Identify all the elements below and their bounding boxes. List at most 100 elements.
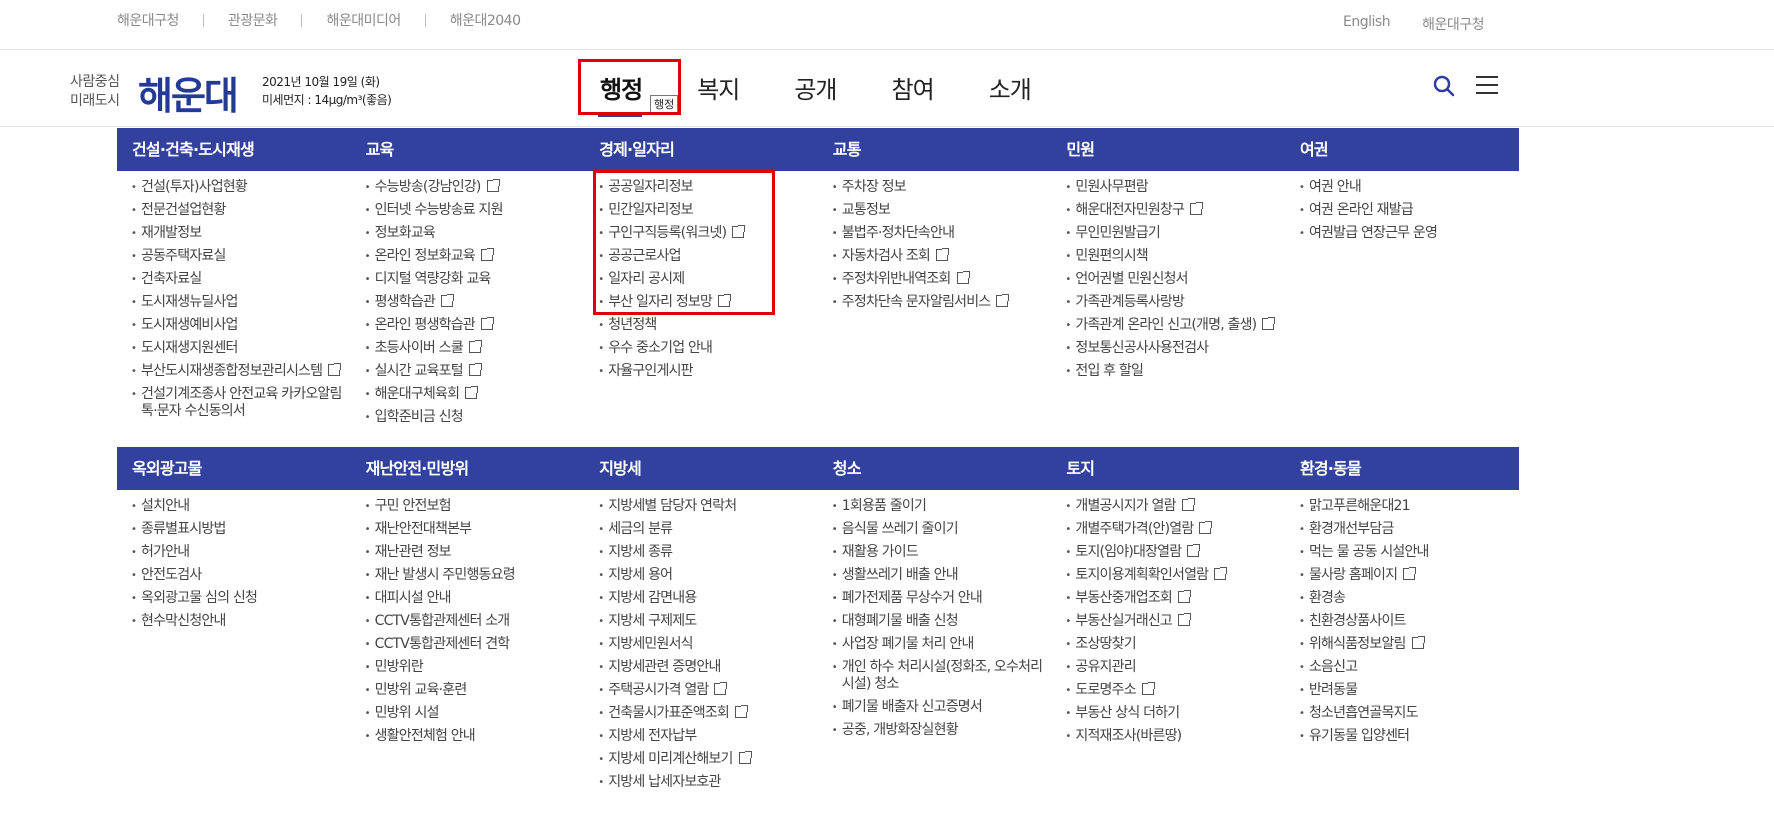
menu-item[interactable]: 자율구인게시판 (598, 363, 818, 380)
office-link[interactable]: 해운대구청 (1422, 14, 1484, 34)
menu-item[interactable]: 전입 후 할일 (1065, 363, 1285, 380)
menu-item[interactable]: 지방세 전자납부 (598, 728, 818, 745)
menu-item[interactable]: 개별주택가격(안)열람 (1065, 521, 1285, 538)
top-link-haeundae-office[interactable]: 해운대구청 (117, 10, 179, 30)
menu-item[interactable]: 음식물 쓰레기 줄이기 (832, 521, 1052, 538)
menu-item[interactable]: 지방세 감면내용 (598, 590, 818, 607)
category-title[interactable]: 옥외광고물 (117, 447, 351, 490)
english-link[interactable]: English (1343, 14, 1391, 34)
menu-item[interactable]: 친환경상품사이트 (1299, 613, 1519, 630)
haeundae-logo[interactable]: 해운대 (138, 65, 239, 120)
menu-item[interactable]: 실시간 교육포털 (365, 363, 585, 380)
menu-item[interactable]: 무인민원발급기 (1065, 225, 1285, 242)
menu-item[interactable]: 여권 온라인 재발급 (1299, 202, 1519, 219)
menu-item[interactable]: 공유지관리 (1065, 659, 1285, 676)
menu-item[interactable]: 불법주·정차단속안내 (832, 225, 1052, 242)
menu-item[interactable]: 민원사무편람 (1065, 179, 1285, 196)
menu-item[interactable]: 지방세 납세자보호관 (598, 774, 818, 791)
category-title[interactable]: 교통 (818, 128, 1052, 171)
menu-item[interactable]: 세금의 분류 (598, 521, 818, 538)
menu-item[interactable]: 건축자료실 (131, 271, 351, 288)
menu-item[interactable]: 유기동물 입양센터 (1299, 728, 1519, 745)
menu-item[interactable]: 민방위 시설 (365, 705, 585, 722)
menu-item[interactable]: 공중, 개방화장실현황 (832, 722, 1052, 739)
search-button[interactable] (1432, 74, 1456, 98)
menu-item[interactable]: 해운대전자민원창구 (1065, 202, 1285, 219)
menu-item[interactable]: 조상땅찾기 (1065, 636, 1285, 653)
menu-item[interactable]: 정보화교육 (365, 225, 585, 242)
menu-item[interactable]: 먹는 물 공동 시설안내 (1299, 544, 1519, 561)
category-title[interactable]: 청소 (818, 447, 1052, 490)
menu-item[interactable]: 민방위 교육·훈련 (365, 682, 585, 699)
menu-item[interactable]: 해운대구체육회 (365, 386, 585, 403)
category-title[interactable]: 토지 (1051, 447, 1285, 490)
menu-item[interactable]: 정보통신공사사용전검사 (1065, 340, 1285, 357)
top-link-media[interactable]: 해운대미디어 (326, 10, 401, 30)
menu-item[interactable]: 물사랑 홈페이지 (1299, 567, 1519, 584)
gnb-participation[interactable]: 참여 (892, 70, 935, 105)
category-title[interactable]: 건설·건축·도시재생 (117, 128, 351, 171)
menu-item[interactable]: 반려동물 (1299, 682, 1519, 699)
menu-item[interactable]: 개인 하수 처리시설(정화조, 오수처리시설) 청소 (832, 659, 1052, 693)
gnb-welfare[interactable]: 복지 (697, 70, 740, 105)
menu-item[interactable]: 건축물시가표준액조회 (598, 705, 818, 722)
menu-item[interactable]: 대피시설 안내 (365, 590, 585, 607)
menu-item[interactable]: 토지(임야)대장열람 (1065, 544, 1285, 561)
menu-item[interactable]: 소음신고 (1299, 659, 1519, 676)
menu-item[interactable]: 평생학습관 (365, 294, 585, 311)
menu-item[interactable]: 청년정책 (598, 317, 818, 334)
menu-item[interactable]: 주정차단속 문자알림서비스 (832, 294, 1052, 311)
menu-item[interactable]: 재난관련 정보 (365, 544, 585, 561)
menu-item[interactable]: 건설(투자)사업현황 (131, 179, 351, 196)
menu-item[interactable]: 구민 안전보험 (365, 498, 585, 515)
menu-item[interactable]: 안전도검사 (131, 567, 351, 584)
menu-item[interactable]: 환경송 (1299, 590, 1519, 607)
menu-item[interactable]: 민방위란 (365, 659, 585, 676)
menu-item[interactable]: 우수 중소기업 안내 (598, 340, 818, 357)
menu-item[interactable]: 도로명주소 (1065, 682, 1285, 699)
menu-item[interactable]: CCTV통합관제센터 견학 (365, 636, 585, 653)
menu-item[interactable]: 도시재생지원센터 (131, 340, 351, 357)
category-title[interactable]: 교육 (351, 128, 585, 171)
menu-item[interactable]: 재개발정보 (131, 225, 351, 242)
category-title[interactable]: 환경·동물 (1285, 447, 1519, 490)
menu-item[interactable]: 여권 안내 (1299, 179, 1519, 196)
menu-item[interactable]: 지방세 종류 (598, 544, 818, 561)
menu-item[interactable]: 자동차검사 조회 (832, 248, 1052, 265)
menu-item[interactable]: 건설기계조종사 안전교육 카카오알림톡·문자 수신동의서 (131, 386, 351, 420)
menu-item[interactable]: 주택공시가격 열람 (598, 682, 818, 699)
gnb-introduction[interactable]: 소개 (989, 70, 1032, 105)
menu-item[interactable]: 생활안전체험 안내 (365, 728, 585, 745)
menu-item[interactable]: 대형폐기물 배출 신청 (832, 613, 1052, 630)
menu-item[interactable]: 초등사이버 스쿨 (365, 340, 585, 357)
menu-item[interactable]: 지방세 미리계산해보기 (598, 751, 818, 768)
menu-item[interactable]: 부동산실거래신고 (1065, 613, 1285, 630)
menu-item[interactable]: 지방세관련 증명안내 (598, 659, 818, 676)
menu-item[interactable]: 재난안전대책본부 (365, 521, 585, 538)
category-title[interactable]: 지방세 (584, 447, 818, 490)
category-title[interactable]: 재난안전·민방위 (351, 447, 585, 490)
category-title[interactable]: 경제·일자리 (584, 128, 818, 171)
gnb-disclosure[interactable]: 공개 (794, 70, 837, 105)
menu-item[interactable]: 재활용 가이드 (832, 544, 1052, 561)
menu-item[interactable]: 디지털 역량강화 교육 (365, 271, 585, 288)
menu-item[interactable]: 지방세별 담당자 연락처 (598, 498, 818, 515)
menu-item[interactable]: 부동산중개업조회 (1065, 590, 1285, 607)
menu-item[interactable]: 가족관계등록사랑방 (1065, 294, 1285, 311)
menu-item[interactable]: 인터넷 수능방송료 지원 (365, 202, 585, 219)
menu-item[interactable]: 공동주택자료실 (131, 248, 351, 265)
menu-item[interactable]: 전문건설업현황 (131, 202, 351, 219)
menu-item[interactable]: 지방세민원서식 (598, 636, 818, 653)
menu-item[interactable]: 현수막신청안내 (131, 613, 351, 630)
menu-item[interactable]: 교통정보 (832, 202, 1052, 219)
menu-item[interactable]: 생활쓰레기 배출 안내 (832, 567, 1052, 584)
menu-item[interactable]: 여권발급 연장근무 운영 (1299, 225, 1519, 242)
menu-item[interactable]: 언어권별 민원신청서 (1065, 271, 1285, 288)
top-link-2040[interactable]: 해운대2040 (450, 10, 521, 30)
top-link-tourism[interactable]: 관광문화 (228, 10, 278, 30)
menu-item[interactable]: 맑고푸른해운대21 (1299, 498, 1519, 515)
menu-item[interactable]: 폐기물 배출자 신고증명서 (832, 699, 1052, 716)
menu-item[interactable]: 사업장 폐기물 처리 안내 (832, 636, 1052, 653)
menu-item[interactable]: 위해식품정보알림 (1299, 636, 1519, 653)
menu-item[interactable]: 가족관계 온라인 신고(개명, 출생) (1065, 317, 1285, 334)
